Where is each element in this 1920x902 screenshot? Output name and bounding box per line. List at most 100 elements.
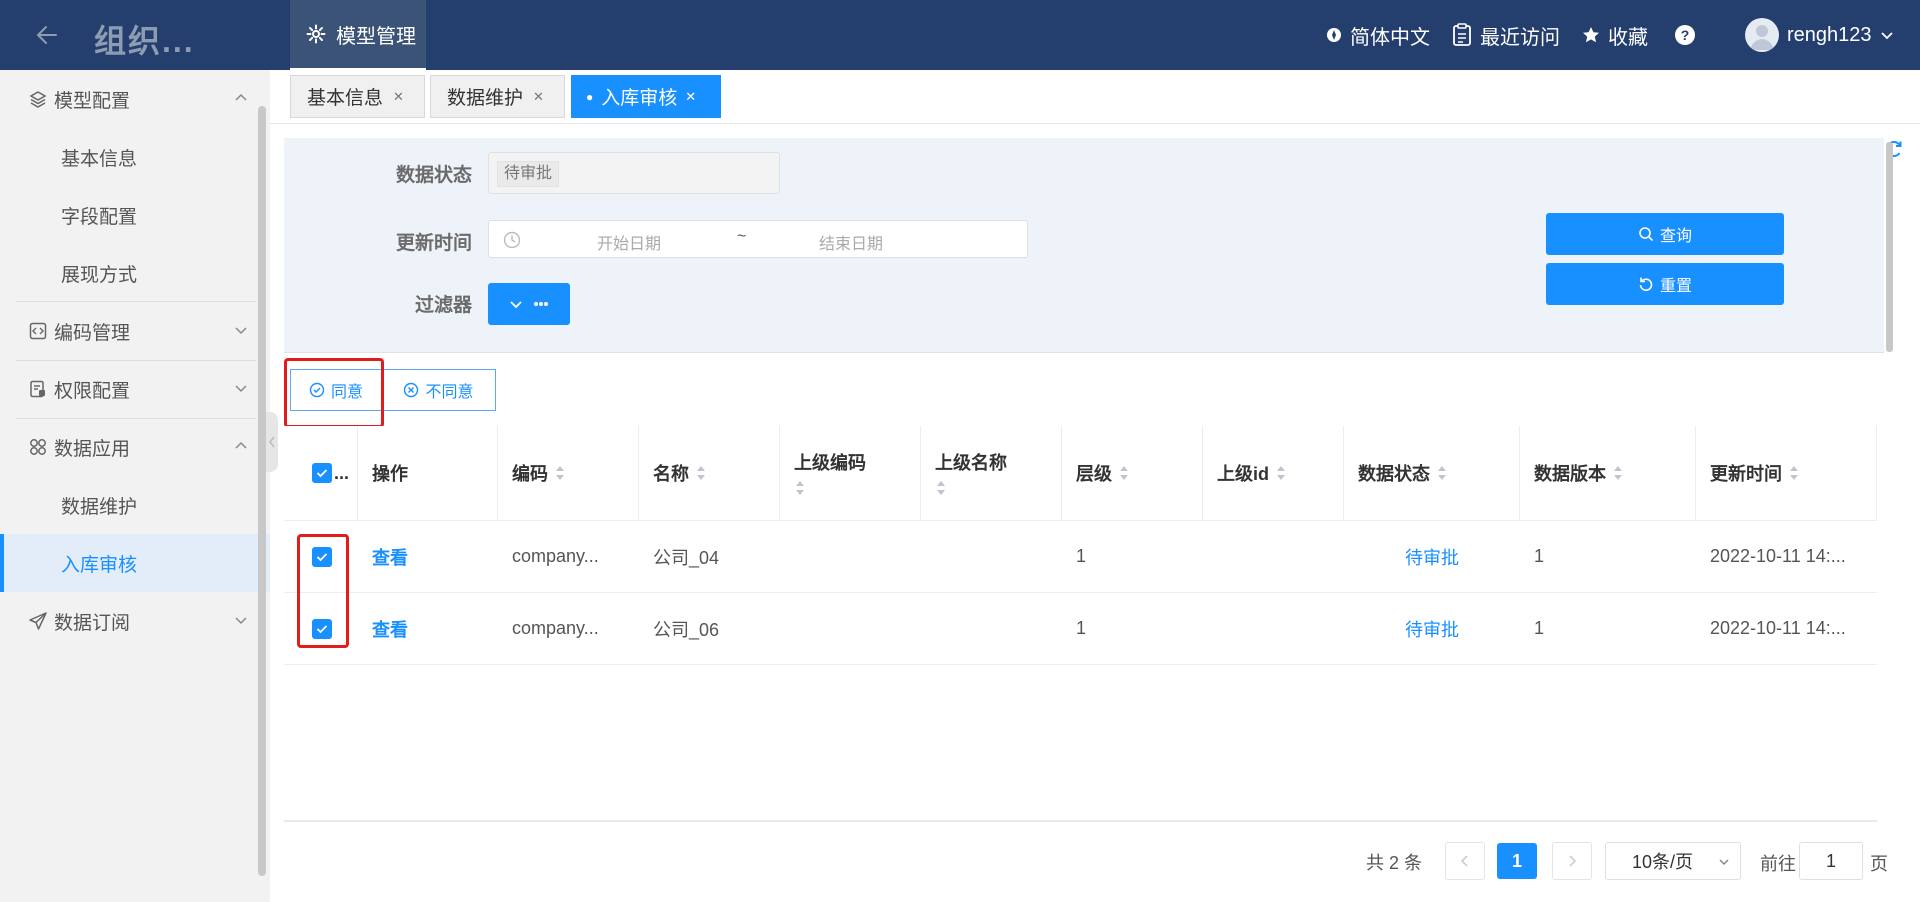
close-icon[interactable]: ✕ bbox=[393, 89, 404, 105]
chevron-up-icon bbox=[234, 439, 248, 453]
chevron-down-icon bbox=[509, 297, 523, 311]
sidebar-item-data-maintenance[interactable]: 数据维护 bbox=[0, 476, 270, 534]
cell-status: 待审批 bbox=[1344, 521, 1520, 593]
column-header-label: 操作 bbox=[372, 464, 408, 484]
sort-icon[interactable] bbox=[1275, 464, 1287, 482]
sidebar-group-label: 编码管理 bbox=[54, 322, 131, 344]
sort-icon[interactable] bbox=[695, 464, 707, 482]
goto-prefix: 前往 bbox=[1760, 854, 1796, 874]
column-header-label: 层级 bbox=[1076, 464, 1112, 484]
column-header-parent-id[interactable]: 上级id bbox=[1203, 426, 1344, 521]
sidebar-collapse-handle[interactable] bbox=[266, 412, 278, 472]
column-header-label: 上级名称 bbox=[935, 453, 1007, 473]
row-checkbox[interactable] bbox=[312, 618, 332, 639]
cell-name: 公司_06 bbox=[639, 593, 780, 665]
reject-button[interactable]: 不同意 bbox=[381, 369, 496, 411]
sidebar-group-label: 数据应用 bbox=[54, 438, 131, 460]
sort-icon[interactable] bbox=[1118, 464, 1130, 482]
column-header-label: 名称 bbox=[653, 464, 689, 484]
sort-icon[interactable] bbox=[554, 464, 566, 482]
tab-basic-info[interactable]: 基本信息 ✕ bbox=[290, 75, 425, 118]
close-icon[interactable]: ✕ bbox=[685, 89, 696, 105]
chevron-left-icon bbox=[1460, 854, 1470, 868]
sidebar-group-model-config[interactable]: 模型配置 bbox=[16, 70, 256, 128]
recent-label: 最近访问 bbox=[1480, 26, 1560, 49]
approve-button[interactable]: 同意 bbox=[290, 369, 382, 411]
cell-level: 1 bbox=[1062, 521, 1203, 593]
back-arrow-icon[interactable] bbox=[34, 22, 60, 48]
column-header-parent-code[interactable]: 上级编码 bbox=[780, 426, 921, 521]
sidebar-scrollbar[interactable] bbox=[258, 106, 266, 876]
tab-storage-review[interactable]: ● 入库审核 ✕ bbox=[571, 75, 721, 118]
date-start-input[interactable]: 开始日期 bbox=[597, 230, 661, 254]
close-icon[interactable]: ✕ bbox=[533, 89, 544, 105]
page-size-label: 10条/页 bbox=[1632, 852, 1694, 872]
filter-scrollbar[interactable] bbox=[1886, 142, 1893, 352]
sidebar-item-field-config[interactable]: 字段配置 bbox=[0, 186, 270, 244]
column-header-label: 更新时间 bbox=[1710, 464, 1782, 484]
select-all-header[interactable]: ... bbox=[284, 426, 358, 521]
next-page-button[interactable] bbox=[1552, 842, 1592, 880]
sidebar-group-permission-config[interactable]: 权限配置 bbox=[16, 360, 256, 418]
column-header-name[interactable]: 名称 bbox=[639, 426, 780, 521]
filter-dropdown-button[interactable] bbox=[488, 283, 570, 325]
column-header-level[interactable]: 层级 bbox=[1062, 426, 1203, 521]
search-icon bbox=[1638, 226, 1654, 242]
cell-code: company... bbox=[498, 593, 639, 665]
page-size-select[interactable]: 10条/页 bbox=[1605, 842, 1741, 880]
question-circle-icon: ? bbox=[1674, 24, 1696, 46]
sort-icon[interactable] bbox=[1436, 464, 1448, 482]
column-header-label: 编码 bbox=[512, 464, 548, 484]
user-menu[interactable]: rengh123 bbox=[1745, 0, 1894, 70]
prev-page-button[interactable] bbox=[1445, 842, 1485, 880]
sidebar-item-basic-info[interactable]: 基本信息 bbox=[0, 128, 270, 186]
cell-parent-name bbox=[921, 593, 1062, 665]
table-row-checkbox-cell[interactable] bbox=[284, 521, 358, 593]
update-time-label: 更新时间 bbox=[395, 233, 472, 254]
help-button[interactable]: ? bbox=[1674, 0, 1696, 70]
sort-icon[interactable] bbox=[1788, 464, 1800, 482]
sidebar-group-data-subscription[interactable]: 数据订阅 bbox=[16, 592, 256, 650]
column-header-data-version[interactable]: 数据版本 bbox=[1520, 426, 1696, 521]
reset-button[interactable]: 重置 bbox=[1546, 263, 1784, 305]
app-title: 组织... bbox=[94, 23, 195, 59]
chevron-down-icon bbox=[234, 613, 248, 627]
apps-icon bbox=[28, 437, 48, 457]
more-icon bbox=[533, 301, 549, 307]
language-switcher[interactable]: 简体中文 bbox=[1326, 0, 1430, 70]
layers-icon bbox=[28, 89, 48, 109]
query-button[interactable]: 查询 bbox=[1546, 213, 1784, 255]
tab-data-maintenance[interactable]: 数据维护 ✕ bbox=[430, 75, 565, 118]
status-select[interactable]: 待审批 bbox=[488, 152, 780, 194]
status-tag: 待审批 bbox=[497, 161, 560, 187]
sort-icon[interactable] bbox=[794, 479, 806, 497]
pagination-total: 共 2 条 bbox=[1366, 853, 1423, 873]
column-header-code[interactable]: 编码 bbox=[498, 426, 639, 521]
module-tab-model-management[interactable]: 模型管理 bbox=[290, 0, 426, 70]
cell-level: 1 bbox=[1062, 593, 1203, 665]
page-number-current[interactable]: 1 bbox=[1497, 843, 1537, 879]
sidebar-item-storage-review[interactable]: 入库审核 bbox=[0, 534, 270, 592]
sidebar-item-display-mode[interactable]: 展现方式 bbox=[0, 244, 270, 302]
view-link[interactable]: 查看 bbox=[358, 593, 498, 665]
goto-page-input[interactable] bbox=[1799, 842, 1863, 880]
column-header-parent-name[interactable]: 上级名称 bbox=[921, 426, 1062, 521]
sidebar-group-data-application[interactable]: 数据应用 bbox=[16, 418, 256, 476]
column-header-update-time[interactable]: 更新时间 bbox=[1696, 426, 1877, 521]
view-link[interactable]: 查看 bbox=[358, 521, 498, 593]
table-bottom-border bbox=[284, 820, 1877, 822]
cell-code: company... bbox=[498, 521, 639, 593]
chevron-down-icon bbox=[234, 323, 248, 337]
sidebar-group-code-management[interactable]: 编码管理 bbox=[16, 302, 256, 360]
favorites[interactable]: 收藏 bbox=[1582, 0, 1648, 70]
date-range-picker[interactable]: 开始日期 ~ 结束日期 bbox=[488, 220, 1028, 258]
column-header-data-status[interactable]: 数据状态 bbox=[1344, 426, 1520, 521]
select-all-checkbox[interactable] bbox=[312, 463, 332, 483]
recent-visits[interactable]: 最近访问 bbox=[1452, 0, 1560, 70]
table-row-checkbox-cell[interactable] bbox=[284, 593, 358, 665]
date-end-input[interactable]: 结束日期 bbox=[819, 230, 883, 254]
sort-icon[interactable] bbox=[1612, 464, 1624, 482]
reset-button-label: 重置 bbox=[1659, 278, 1692, 295]
row-checkbox[interactable] bbox=[312, 546, 332, 567]
sort-icon[interactable] bbox=[935, 479, 947, 497]
